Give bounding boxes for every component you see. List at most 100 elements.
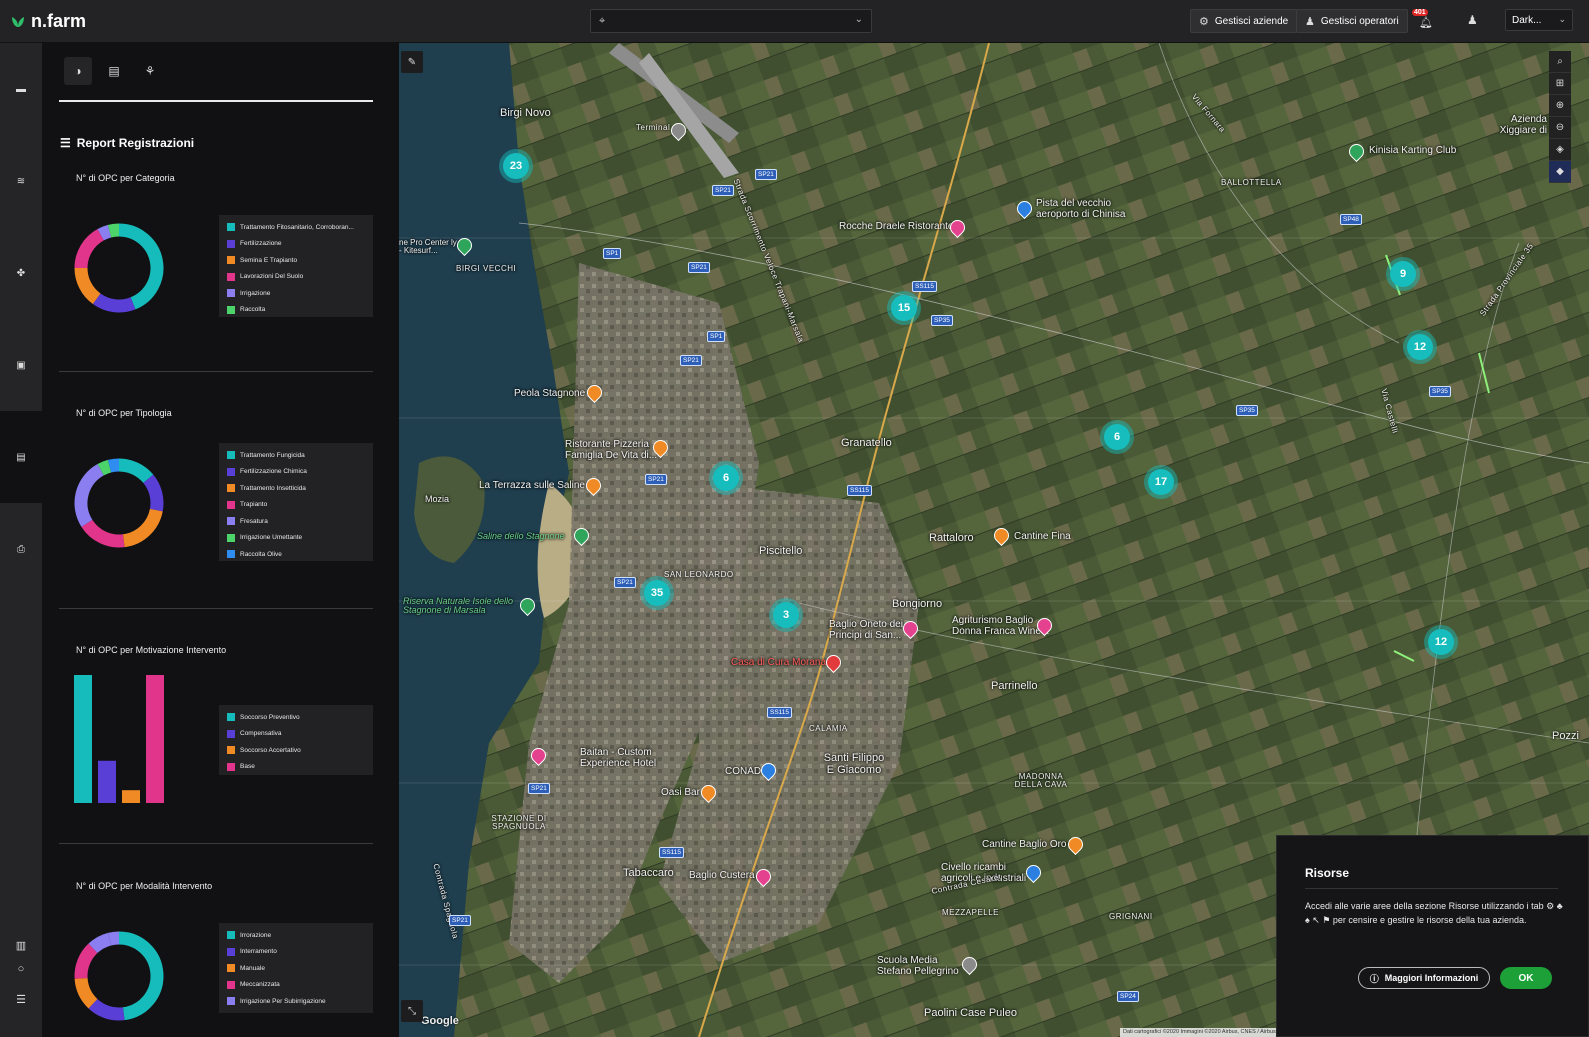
legend-item[interactable]: Compensativa: [227, 726, 373, 743]
cluster-marker[interactable]: 12: [1403, 330, 1437, 364]
donut-slice[interactable]: [97, 224, 112, 241]
road-shield: SS115: [847, 485, 873, 496]
rail-plants[interactable]: ✤: [0, 227, 42, 319]
circle-icon[interactable]: ○: [0, 963, 42, 975]
theme-select[interactable]: Dark... ⌄: [1505, 9, 1573, 31]
legend-item[interactable]: Irrigazione Umettante: [227, 530, 373, 547]
notifications-badge: 401: [1412, 9, 1428, 16]
donut-slice[interactable]: [74, 464, 105, 527]
donut-slice[interactable]: [81, 519, 125, 548]
manage-companies-button[interactable]: ⚙ Gestisci aziende: [1190, 9, 1298, 33]
legend-item[interactable]: Manuale: [227, 960, 373, 977]
legend-item[interactable]: Trapianto: [227, 497, 373, 514]
cluster-marker[interactable]: 35: [640, 576, 674, 610]
select-area-button[interactable]: ⊞: [1549, 73, 1571, 95]
map-icon[interactable]: ▥: [0, 939, 42, 952]
legend-item[interactable]: Irrorazione: [227, 927, 373, 944]
legend-item[interactable]: Trattamento Insetticida: [227, 480, 373, 497]
rail-print[interactable]: ⎙: [0, 503, 42, 595]
cluster-marker[interactable]: 9: [1386, 257, 1420, 291]
donut-slice[interactable]: [74, 977, 98, 1009]
rail-folder[interactable]: ▬: [0, 43, 42, 135]
cluster-marker[interactable]: 17: [1144, 465, 1178, 499]
cluster-marker[interactable]: 15: [887, 291, 921, 325]
cluster-marker[interactable]: 6: [709, 461, 743, 495]
rail-documents[interactable]: ▤: [0, 411, 42, 503]
bar[interactable]: [122, 790, 140, 803]
tab-charts[interactable]: ◑: [64, 57, 92, 85]
legend-item[interactable]: Raccolta Olive: [227, 546, 373, 563]
legend-item[interactable]: Raccolta: [227, 302, 373, 319]
cluster-marker[interactable]: 12: [1424, 625, 1458, 659]
legend-item[interactable]: Lavorazioni Del Suolo: [227, 269, 373, 286]
road-shield: SP21: [755, 169, 777, 180]
more-info-button[interactable]: ⓘ Maggiori Informazioni: [1358, 967, 1490, 989]
donut-slice[interactable]: [74, 229, 105, 269]
legend-item[interactable]: Base: [227, 759, 373, 776]
company-selector[interactable]: ⌖ ⌄: [590, 9, 872, 33]
notifications-button[interactable]: 🔔︎ 401: [1412, 9, 1434, 31]
edit-map-button[interactable]: ✎: [401, 51, 423, 73]
rail-calendar[interactable]: ▣: [0, 319, 42, 411]
bar[interactable]: [146, 675, 164, 803]
legend-item[interactable]: Fertilizzazione: [227, 236, 373, 253]
map-label: Kinisia Karting Club: [1369, 145, 1457, 156]
legend-item[interactable]: Semina E Trapianto: [227, 252, 373, 269]
zoom-in-button[interactable]: ⊕: [1549, 95, 1571, 117]
donut-slice[interactable]: [143, 474, 164, 512]
user-icon[interactable]: ♟: [1467, 13, 1478, 27]
legend-item[interactable]: Meccanizzata: [227, 977, 373, 994]
donut-slice[interactable]: [122, 508, 163, 548]
base-layers-button[interactable]: ◆: [1549, 161, 1571, 183]
list-icon[interactable]: ☰: [0, 993, 42, 1006]
donut-slice[interactable]: [97, 459, 112, 476]
legend-item[interactable]: Trattamento Fungicida: [227, 447, 373, 464]
donut-slice[interactable]: [74, 267, 101, 304]
donut-slice[interactable]: [88, 998, 125, 1021]
layers-button[interactable]: ◈: [1549, 139, 1571, 161]
legend-item[interactable]: Interramento: [227, 944, 373, 961]
donut-slice[interactable]: [107, 931, 120, 946]
popup-title: Risorse: [1305, 866, 1350, 880]
legend-label: Irrigazione Umettante: [240, 534, 303, 542]
legend-item[interactable]: Fresatura: [227, 513, 373, 530]
tab-crops[interactable]: ⚘: [136, 57, 164, 85]
app-logo[interactable]: n.farm: [10, 11, 86, 32]
donut-slice[interactable]: [107, 223, 120, 238]
cluster-marker[interactable]: 3: [769, 598, 803, 632]
donut-slice[interactable]: [118, 931, 164, 1021]
bar[interactable]: [74, 675, 92, 803]
rail-layers[interactable]: ≋: [0, 135, 42, 227]
donut-slice[interactable]: [88, 932, 112, 954]
tab-documents[interactable]: ▤: [100, 57, 128, 85]
expand-icon: ⤡: [408, 1005, 416, 1017]
legend-item[interactable]: Irrigazione: [227, 285, 373, 302]
legend-item[interactable]: Soccorso Accertativo: [227, 742, 373, 759]
legend-item[interactable]: Irrigazione Per Subirrigazione: [227, 993, 373, 1010]
zoom-out-button[interactable]: ⊖: [1549, 117, 1571, 139]
bar[interactable]: [98, 760, 116, 803]
legend-swatch: [227, 484, 235, 493]
manage-operators-button[interactable]: ♟ Gestisci operatori: [1296, 9, 1408, 33]
road-shield: SP21: [680, 355, 702, 366]
road-shield: SP21: [614, 577, 636, 588]
ok-button[interactable]: OK: [1500, 967, 1552, 989]
donut-slice[interactable]: [92, 293, 136, 313]
legend-swatch: [227, 517, 235, 526]
donut-slice[interactable]: [118, 223, 164, 310]
cluster-marker[interactable]: 6: [1100, 420, 1134, 454]
map-label: Mozia: [425, 494, 450, 504]
cluster-marker[interactable]: 23: [499, 149, 533, 183]
donut-slice[interactable]: [74, 943, 98, 979]
fullscreen-button[interactable]: ⤡: [401, 1000, 423, 1022]
donut-slice[interactable]: [118, 458, 154, 484]
legend-item[interactable]: Soccorso Preventivo: [227, 709, 373, 726]
leaf-logo-icon: [12, 16, 24, 27]
legend-label: Raccolta: [240, 306, 266, 314]
legend-item[interactable]: Trattamento Fitosanitario, Corroboran...: [227, 219, 373, 236]
plant-icon: ✤: [16, 267, 26, 279]
legend-item[interactable]: Fertilizzazione Chimica: [227, 464, 373, 481]
donut-slice[interactable]: [107, 458, 120, 473]
search-map-button[interactable]: ⌕: [1549, 51, 1571, 73]
legend-label: Lavorazioni Del Suolo: [240, 273, 304, 281]
